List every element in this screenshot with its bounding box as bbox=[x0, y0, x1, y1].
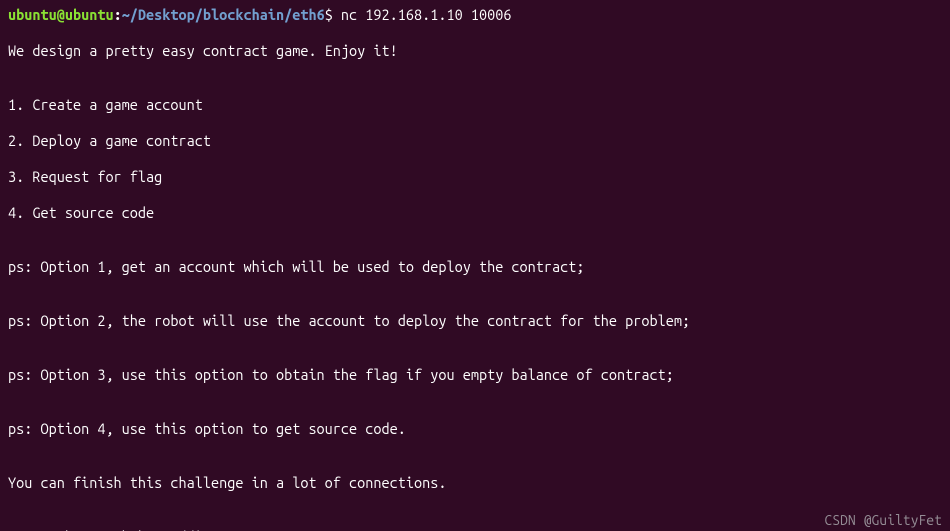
prompt-dollar: $ bbox=[325, 6, 333, 23]
output-option-2: 2. Deploy a game contract bbox=[8, 132, 942, 150]
prompt-user-host: ubuntu@ubuntu bbox=[8, 6, 114, 23]
output-ps2: ps: Option 2, the robot will use the acc… bbox=[8, 312, 942, 330]
output-option-1: 1. Create a game account bbox=[8, 96, 942, 114]
output-finish: You can finish this challenge in a lot o… bbox=[8, 474, 942, 492]
output-option-4: 4. Get source code bbox=[8, 204, 942, 222]
output-ps4: ps: Option 4, use this option to get sou… bbox=[8, 420, 942, 438]
watermark-text: CSDN @GuiltyFet bbox=[824, 511, 942, 529]
prompt-separator: : bbox=[114, 6, 122, 23]
terminal-output[interactable]: ubuntu@ubuntu:~/Desktop/blockchain/eth6$… bbox=[0, 0, 950, 531]
output-ps3: ps: Option 3, use this option to obtain … bbox=[8, 366, 942, 384]
output-intro: We design a pretty easy contract game. E… bbox=[8, 42, 942, 60]
prompt-path: ~/Desktop/blockchain/eth6 bbox=[122, 6, 325, 23]
prompt-line: ubuntu@ubuntu:~/Desktop/blockchain/eth6$… bbox=[8, 6, 511, 23]
output-ps1: ps: Option 1, get an account which will … bbox=[8, 258, 942, 276]
command-text: nc 192.168.1.10 10006 bbox=[333, 6, 512, 23]
output-option-3: 3. Request for flag bbox=[8, 168, 942, 186]
